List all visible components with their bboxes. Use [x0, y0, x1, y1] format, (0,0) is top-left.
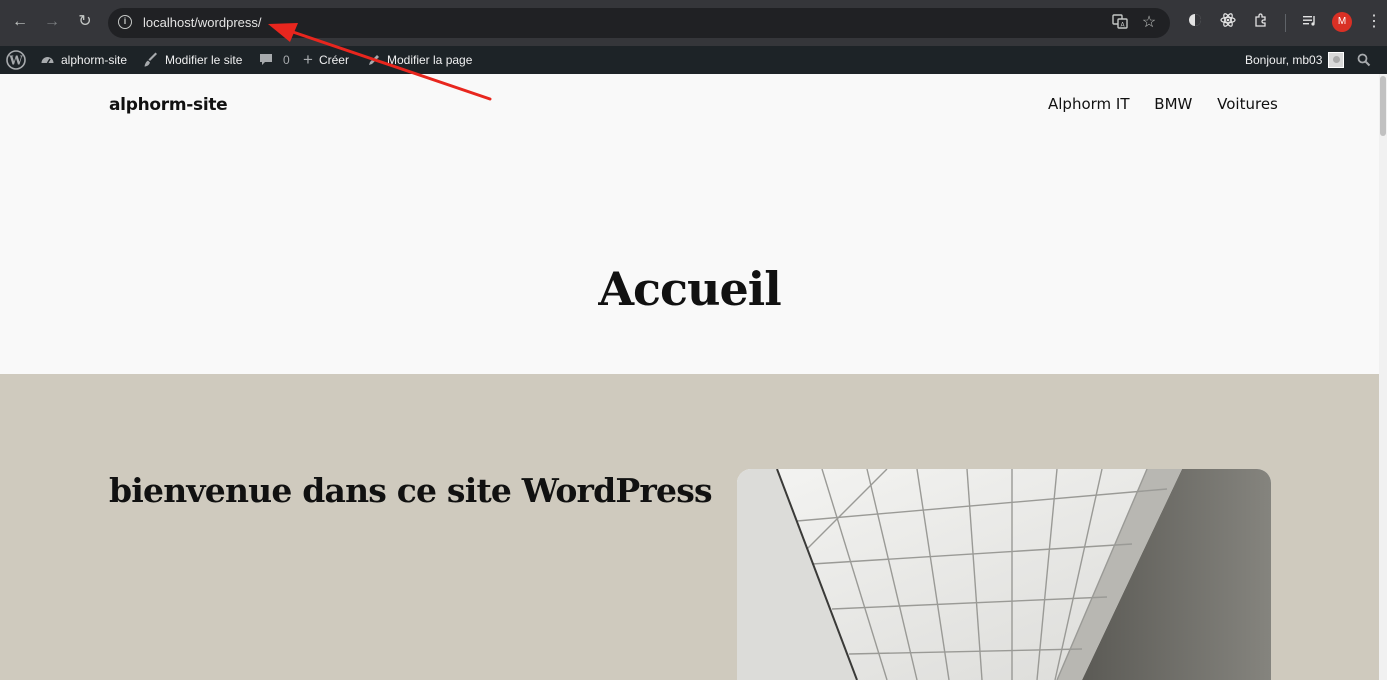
comments-count: 0 — [283, 53, 290, 67]
info-icon[interactable]: i — [118, 15, 132, 29]
reload-button[interactable]: ↻ — [74, 11, 96, 33]
reload-icon: ↻ — [78, 13, 92, 30]
dashboard-gauge-icon — [40, 46, 55, 76]
plus-icon: + — [303, 50, 313, 69]
search-icon — [1357, 53, 1371, 67]
create-label: Créer — [318, 53, 349, 67]
comment-bubble-icon — [259, 46, 273, 76]
forward-button[interactable]: → — [41, 11, 63, 33]
arrow-right-icon: → — [44, 13, 60, 30]
puzzle-icon[interactable] — [1251, 12, 1271, 32]
nav-item-bmw[interactable]: BMW — [1154, 95, 1192, 113]
edit-site-link[interactable]: Modifier le site — [143, 46, 242, 74]
site-navigation: Alphorm IT BMW Voitures — [1048, 95, 1278, 113]
edit-site-label: Modifier le site — [165, 53, 243, 67]
wp-admin-bar: W alphorm-site Modifier le site 0 + Créer… — [0, 46, 1387, 74]
comments-link[interactable]: 0 — [259, 46, 290, 74]
address-bar[interactable]: i localhost/wordpress/ A ☆ — [108, 8, 1170, 38]
wordpress-logo-icon: W — [6, 50, 26, 70]
react-devtools-icon[interactable] — [1218, 12, 1238, 32]
nav-item-alphorm-it[interactable]: Alphorm IT — [1048, 95, 1130, 113]
toolbar-divider — [1285, 14, 1286, 32]
media-controls-icon[interactable] — [1300, 12, 1320, 32]
site-title[interactable]: alphorm-site — [109, 95, 228, 115]
architecture-image — [737, 469, 1271, 680]
create-menu[interactable]: + Créer — [303, 46, 349, 74]
brush-icon — [143, 46, 159, 77]
nav-item-voitures[interactable]: Voitures — [1217, 95, 1278, 113]
back-button[interactable]: ← — [9, 11, 31, 33]
kebab-menu-icon[interactable]: ⋮ — [1364, 12, 1384, 32]
star-icon[interactable]: ☆ — [1139, 13, 1159, 33]
site-name-menu[interactable]: alphorm-site — [40, 46, 127, 74]
site-name-label: alphorm-site — [61, 53, 128, 67]
page-title: Accueil — [598, 262, 781, 316]
welcome-heading: bienvenue dans ce site WordPress — [109, 471, 713, 510]
profile-avatar[interactable]: M — [1332, 12, 1352, 32]
extension-circle-icon[interactable] — [1185, 12, 1205, 32]
user-avatar — [1328, 51, 1345, 68]
wp-logo-menu[interactable]: W — [6, 46, 26, 74]
content-section: bienvenue dans ce site WordPress — [0, 374, 1379, 680]
account-menu[interactable]: Bonjour, mb03 — [1245, 46, 1345, 74]
translate-icon[interactable]: A — [1110, 13, 1130, 33]
edit-page-link[interactable]: Modifier la page — [367, 46, 472, 74]
search-button[interactable] — [1357, 46, 1371, 74]
svg-text:W: W — [8, 54, 23, 68]
edit-page-label: Modifier la page — [387, 53, 473, 67]
address-url[interactable]: localhost/wordpress/ — [143, 15, 262, 31]
pencil-icon — [367, 46, 381, 76]
page-scrollbar[interactable] — [1379, 74, 1387, 680]
arrow-left-icon: ← — [12, 13, 28, 30]
greeting-label: Bonjour, mb03 — [1245, 53, 1323, 67]
scrollbar-thumb[interactable] — [1380, 76, 1386, 136]
browser-toolbar: ← → ↻ i localhost/wordpress/ A ☆ M ⋮ — [0, 0, 1387, 46]
